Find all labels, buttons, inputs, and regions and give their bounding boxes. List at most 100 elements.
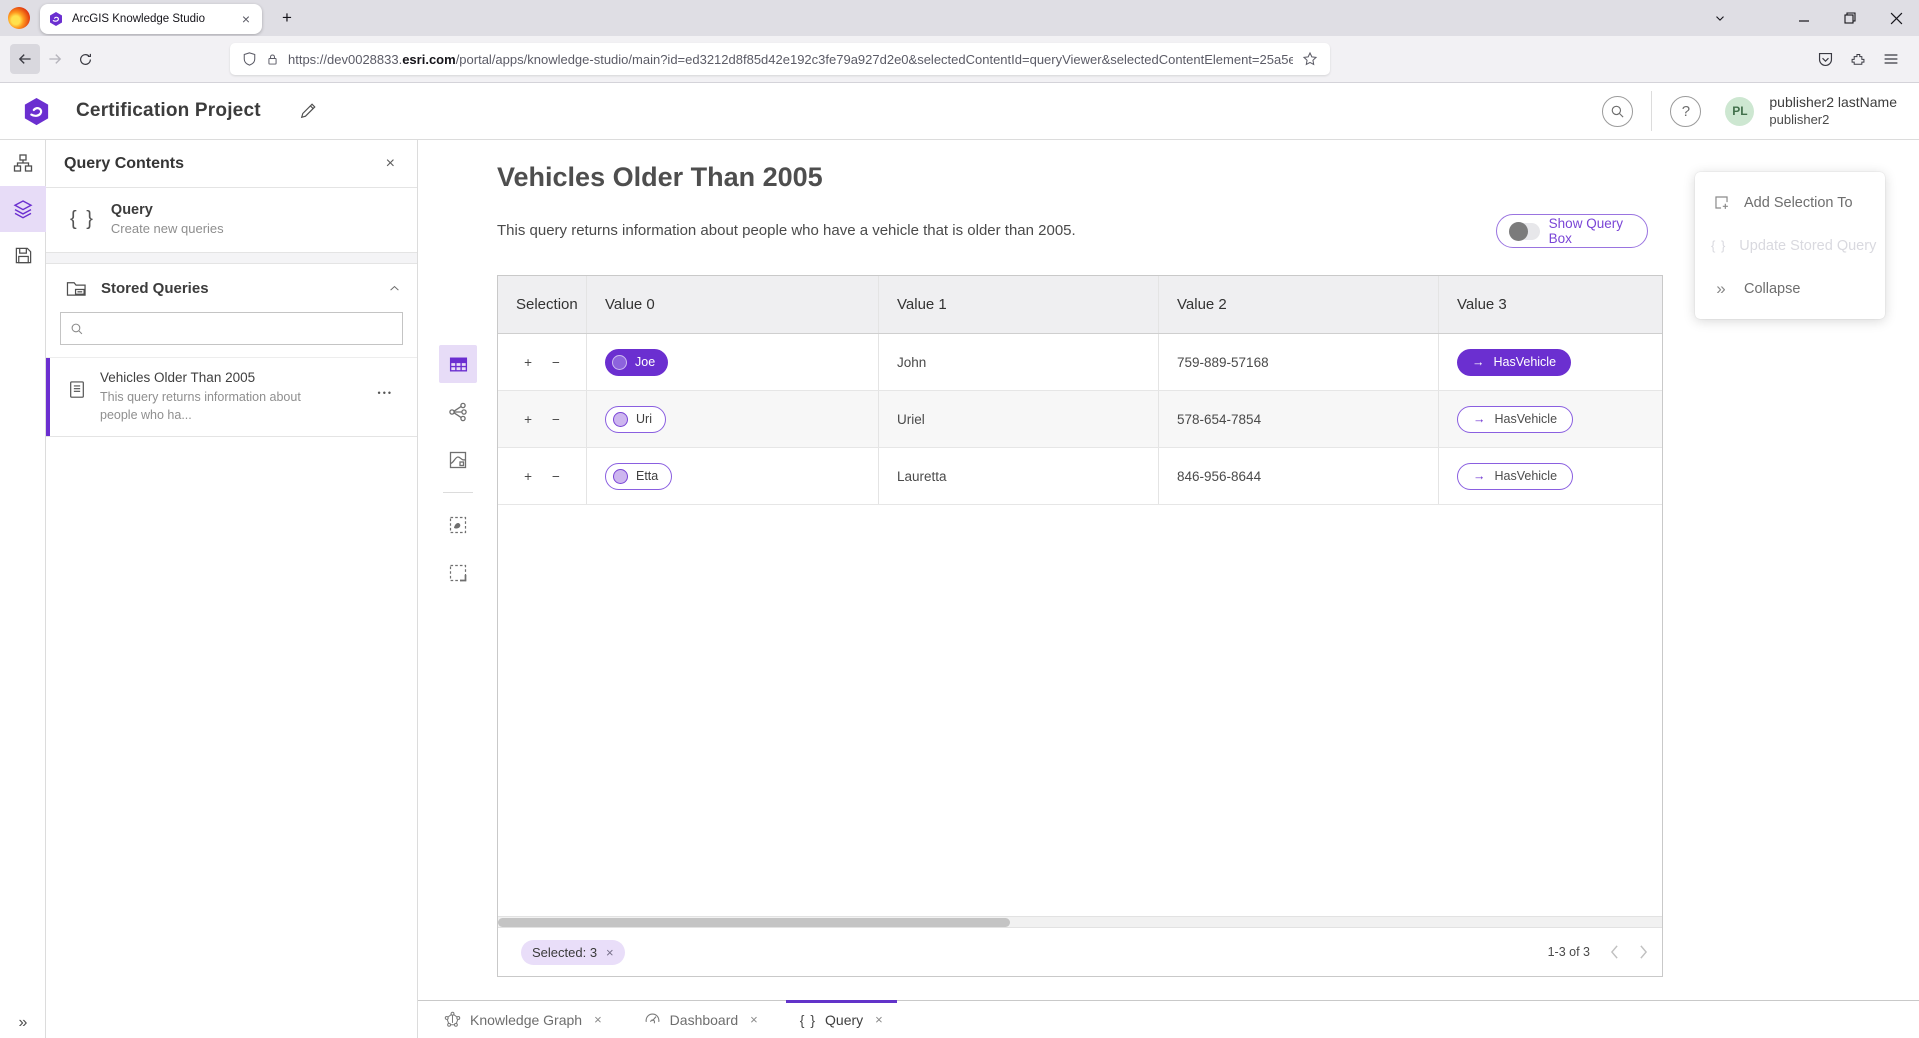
selected-count-label: Selected: 3	[532, 945, 597, 960]
left-rail: »	[0, 140, 46, 1038]
entity-cell: Uri	[587, 391, 879, 447]
restore-button[interactable]	[1827, 0, 1873, 36]
menu-update-stored-query[interactable]: { } Update Stored Query	[1695, 224, 1885, 267]
clear-selection-icon[interactable]: ×	[606, 945, 614, 960]
column-header[interactable]: Value 3	[1439, 276, 1662, 333]
table-header-row: Selection Value 0 Value 1 Value 2 Value …	[498, 276, 1662, 334]
user-name-block[interactable]: publisher2 lastName publisher2	[1769, 94, 1919, 128]
map-view-button[interactable]	[439, 441, 477, 479]
selected-indicator	[46, 358, 50, 436]
panel-close-icon[interactable]: ×	[380, 153, 401, 175]
braces-icon: { }	[70, 208, 95, 231]
entity-pill[interactable]: Joe	[605, 349, 668, 376]
relationship-pill[interactable]: →HasVehicle	[1457, 349, 1571, 376]
marquee-select-button[interactable]	[439, 554, 477, 592]
browser-tab[interactable]: ArcGIS Knowledge Studio ×	[40, 4, 262, 34]
double-chevron-right-icon: »	[1711, 279, 1731, 299]
table-row: + − Etta Lauretta 846-956-8644 →HasVehic…	[498, 448, 1662, 505]
tab-label: Dashboard	[670, 1012, 739, 1028]
window-controls	[1703, 0, 1919, 36]
menu-collapse[interactable]: » Collapse	[1695, 267, 1885, 310]
pagination: 1-3 of 3	[1548, 945, 1648, 959]
arrow-right-icon: →	[1473, 469, 1486, 483]
horizontal-scrollbar[interactable]	[498, 916, 1662, 928]
next-page-icon[interactable]	[1639, 945, 1648, 959]
value-cell: 846-956-8644	[1159, 448, 1439, 504]
extensions-icon[interactable]	[1850, 51, 1867, 68]
bookmark-star-icon[interactable]	[1302, 51, 1318, 67]
tab-knowledge-graph[interactable]: Knowledge Graph ×	[430, 1001, 616, 1038]
collapse-chevron-icon[interactable]	[388, 282, 401, 295]
column-header[interactable]: Selection	[498, 276, 587, 333]
list-tabs-chevron-icon[interactable]	[1703, 0, 1737, 36]
minimize-button[interactable]	[1781, 0, 1827, 36]
link-chart-view-button[interactable]	[439, 393, 477, 431]
column-header[interactable]: Value 2	[1159, 276, 1439, 333]
column-header[interactable]: Value 0	[587, 276, 879, 333]
url-field[interactable]: https://dev0028833.esri.com/portal/apps/…	[230, 43, 1330, 75]
rail-save-button[interactable]	[0, 232, 46, 278]
user-avatar[interactable]: PL	[1725, 97, 1754, 126]
show-query-box-toggle[interactable]: Show Query Box	[1496, 214, 1648, 248]
tab-close-icon[interactable]: ×	[238, 10, 254, 28]
table-row: + − Joe John 759-889-57168 →HasVehicle	[498, 334, 1662, 391]
close-window-button[interactable]	[1873, 0, 1919, 36]
back-button[interactable]	[10, 44, 40, 74]
stored-queries-search[interactable]	[60, 312, 403, 345]
query-contents-panel: Query Contents × { } Query Create new qu…	[46, 140, 418, 1038]
folder-icon	[66, 279, 87, 298]
entity-pill[interactable]: Etta	[605, 463, 672, 490]
menu-hamburger-icon[interactable]	[1883, 51, 1899, 67]
tab-close-icon[interactable]: ×	[875, 1012, 883, 1027]
search-input[interactable]	[92, 321, 393, 336]
select-features-button[interactable]	[439, 506, 477, 544]
previous-page-icon[interactable]	[1610, 945, 1619, 959]
item-options-icon[interactable]: •••	[378, 388, 393, 398]
toggle-switch[interactable]	[1509, 223, 1540, 240]
relationship-pill[interactable]: →HasVehicle	[1457, 406, 1573, 433]
firefox-icon[interactable]	[8, 7, 30, 29]
relationship-cell: →HasVehicle	[1439, 448, 1662, 504]
relationship-pill[interactable]: →HasVehicle	[1457, 463, 1573, 490]
stored-query-title: Vehicles Older Than 2005	[100, 370, 312, 385]
rail-contents-button[interactable]	[0, 186, 46, 232]
add-to-selection-button[interactable]: +	[524, 412, 532, 427]
help-button[interactable]: ?	[1670, 96, 1701, 127]
tab-close-icon[interactable]: ×	[594, 1012, 602, 1027]
pocket-icon[interactable]	[1817, 51, 1834, 68]
table-view-button[interactable]	[439, 345, 477, 383]
menu-add-selection-to[interactable]: Add Selection To	[1695, 181, 1885, 224]
tab-query[interactable]: { } Query ×	[786, 1001, 897, 1038]
rail-expand-icon[interactable]: »	[0, 1014, 46, 1032]
selected-count-chip[interactable]: Selected: 3 ×	[521, 940, 625, 965]
column-header[interactable]: Value 1	[879, 276, 1159, 333]
query-item[interactable]: { } Query Create new queries	[46, 188, 417, 253]
reload-button[interactable]	[70, 44, 100, 74]
stored-query-description: This query returns information about peo…	[100, 389, 312, 424]
entity-pill[interactable]: Uri	[605, 406, 666, 433]
tab-dashboard[interactable]: Dashboard ×	[630, 1001, 772, 1038]
add-to-selection-button[interactable]: +	[524, 355, 532, 370]
selection-cell: + −	[498, 334, 587, 390]
entity-dot-icon	[612, 355, 627, 370]
forward-button[interactable]	[40, 44, 70, 74]
search-button[interactable]	[1602, 96, 1633, 127]
browser-window: ArcGIS Knowledge Studio × +	[0, 0, 1919, 1038]
stored-query-item[interactable]: Vehicles Older Than 2005 This query retu…	[46, 357, 417, 437]
tab-close-icon[interactable]: ×	[750, 1012, 758, 1027]
scrollbar-thumb[interactable]	[498, 918, 1010, 927]
stored-queries-header[interactable]: Stored Queries	[46, 264, 417, 310]
remove-from-selection-button[interactable]: −	[552, 355, 560, 370]
edit-title-button[interactable]	[299, 102, 317, 120]
query-item-title: Query	[111, 202, 224, 218]
rail-data-model-button[interactable]	[0, 140, 46, 186]
add-to-selection-button[interactable]: +	[524, 469, 532, 484]
remove-from-selection-button[interactable]: −	[552, 412, 560, 427]
lock-icon[interactable]	[266, 52, 279, 67]
value-cell: Uriel	[879, 391, 1159, 447]
arrow-right-icon: →	[1473, 412, 1486, 426]
new-tab-button[interactable]: +	[272, 6, 302, 30]
tracking-shield-icon[interactable]	[242, 51, 257, 67]
remove-from-selection-button[interactable]: −	[552, 469, 560, 484]
value-cell: 759-889-57168	[1159, 334, 1439, 390]
